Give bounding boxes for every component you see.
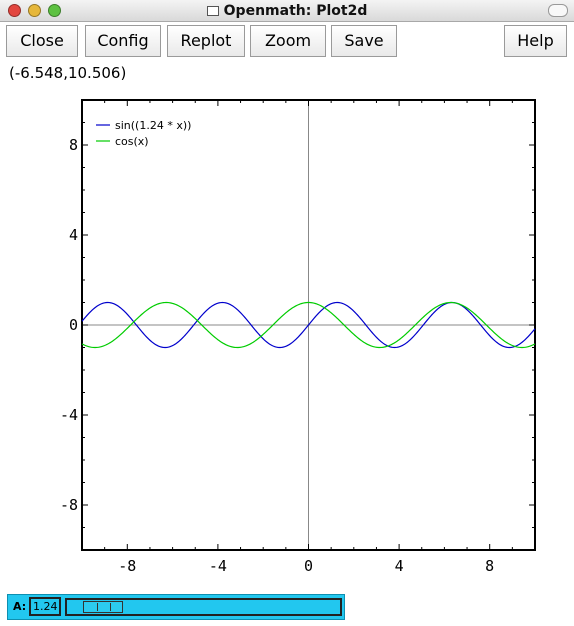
- y-tick-label: 0: [69, 316, 78, 334]
- parameter-slider[interactable]: [65, 598, 342, 616]
- slider-thumb[interactable]: [82, 601, 123, 613]
- legend-label: cos(x): [115, 135, 149, 148]
- x-tick-label: 8: [485, 557, 494, 575]
- parameter-slider-row: A: 1.24: [7, 594, 345, 620]
- x-tick-label: -8: [118, 557, 136, 575]
- x-tick-label: 0: [304, 557, 313, 575]
- slider-label: A:: [13, 600, 27, 613]
- x-tick-label: -4: [209, 557, 227, 575]
- y-tick-label: 8: [69, 136, 78, 154]
- plot-canvas[interactable]: -8 -4 0 4 8 8 4 0 -4 -8 sin((1.24 * x)) cos(x): [0, 0, 574, 626]
- y-tick-label: -8: [60, 496, 78, 514]
- legend-label: sin((1.24 * x)): [115, 119, 191, 132]
- y-tick-label: -4: [60, 406, 78, 424]
- y-tick-label: 4: [69, 226, 78, 244]
- slider-value-field[interactable]: 1.24: [29, 597, 61, 616]
- x-tick-label: 4: [395, 557, 404, 575]
